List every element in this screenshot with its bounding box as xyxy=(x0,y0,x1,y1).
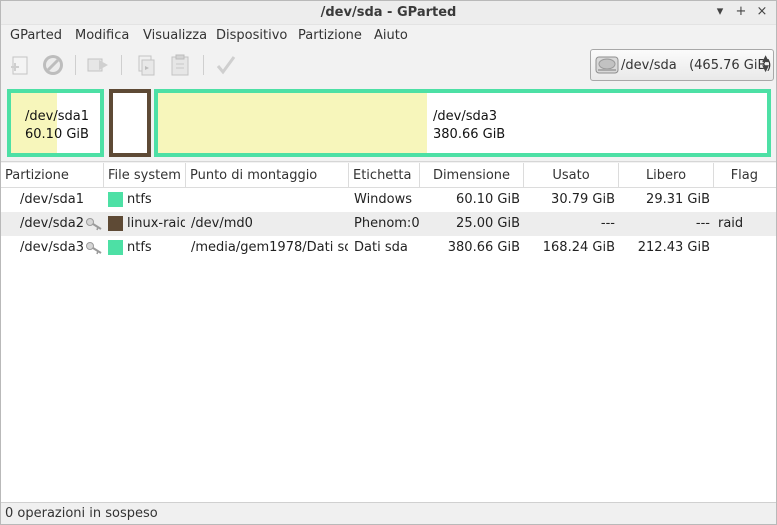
window-title: /dev/sda - GParted xyxy=(320,5,457,20)
chevron-up-down-icon: ▲ ▼ xyxy=(762,54,769,74)
partition-table: Partizione File system Punto di montaggi… xyxy=(1,163,776,502)
disk-map-partition-sda3[interactable]: /dev/sda3 380.66 GiB xyxy=(154,89,771,157)
table-row[interactable]: /dev/sda2 linux-raid /dev/md0 Phenom:0 2… xyxy=(1,212,776,236)
column-header-dimensione[interactable]: Dimensione xyxy=(420,163,524,188)
delete-icon[interactable] xyxy=(40,52,66,78)
cell-flag xyxy=(718,188,774,212)
cell-used: --- xyxy=(600,216,615,231)
fs-color-swatch xyxy=(108,216,123,231)
new-partition-icon[interactable] xyxy=(7,52,33,78)
maximize-button[interactable]: + xyxy=(733,4,749,20)
column-header-flag[interactable]: Flag xyxy=(714,163,776,188)
partition-size: 60.10 GiB xyxy=(25,127,89,142)
cell-mount: /dev/md0 xyxy=(191,216,253,231)
copy-icon[interactable] xyxy=(133,52,159,78)
table-row[interactable]: /dev/sda1 ntfs Windows 60.10 GiB 30.79 G… xyxy=(1,188,776,212)
column-header-usato[interactable]: Usato xyxy=(524,163,619,188)
cell-mount: /media/gem1978/Dati sda xyxy=(191,240,348,255)
disk-map-partition-sda1[interactable]: /dev/sda1 60.10 GiB xyxy=(7,89,104,157)
cell-size: 380.66 GiB xyxy=(447,240,520,255)
partition-name: /dev/sda3 xyxy=(433,109,497,124)
partition-size: 380.66 GiB xyxy=(433,127,506,142)
column-header-file-system[interactable]: File system xyxy=(104,163,186,188)
menu-dispositivo[interactable]: Dispositivo xyxy=(216,28,287,43)
pending-operations-status: 0 operazioni in sospeso xyxy=(5,506,158,521)
cell-filesystem: ntfs xyxy=(127,192,152,207)
cell-size: 25.00 GiB xyxy=(456,216,520,231)
cell-partition: /dev/sda1 xyxy=(20,192,84,207)
partition-name: /dev/sda1 xyxy=(25,109,89,124)
cell-filesystem: ntfs xyxy=(127,240,152,255)
cell-used: 30.79 GiB xyxy=(551,192,615,207)
disk-map-partition-sda2[interactable] xyxy=(109,89,151,157)
paste-icon[interactable] xyxy=(167,52,193,78)
column-header-etichetta[interactable]: Etichetta xyxy=(349,163,420,188)
fs-color-swatch xyxy=(108,192,123,207)
menu-partizione[interactable]: Partizione xyxy=(298,28,362,43)
title-bar: /dev/sda - GParted ▾ + × xyxy=(1,1,776,25)
cell-label: Phenom:0 xyxy=(354,216,420,231)
column-header-libero[interactable]: Libero xyxy=(619,163,714,188)
resize-move-icon[interactable] xyxy=(85,52,111,78)
cell-used: 168.24 GiB xyxy=(542,240,615,255)
status-bar: 0 operazioni in sospeso xyxy=(1,502,776,524)
menu-bar: GParted Modifica Visualizza Dispositivo … xyxy=(1,25,776,47)
cell-free: --- xyxy=(695,216,710,231)
toolbar: /dev/sda (465.76 GiB) ▲ ▼ xyxy=(1,47,776,84)
partition-usage-area xyxy=(113,93,147,153)
cell-filesystem: linux-raid xyxy=(127,216,185,231)
table-header: Partizione File system Punto di montaggi… xyxy=(1,163,776,188)
toolbar-separator xyxy=(121,55,122,75)
partition-usage-area: /dev/sda3 380.66 GiB xyxy=(158,93,767,153)
disk-drive-icon xyxy=(595,54,619,76)
cell-flag: raid xyxy=(718,216,744,231)
apply-icon[interactable] xyxy=(213,52,239,78)
device-selector[interactable]: /dev/sda (465.76 GiB) ▲ ▼ xyxy=(590,49,774,81)
gparted-window: /dev/sda - GParted ▾ + × GParted Modific… xyxy=(0,0,777,525)
cell-label: Dati sda xyxy=(354,240,408,255)
menu-modifica[interactable]: Modifica xyxy=(75,28,129,43)
partition-usage-area: /dev/sda1 60.10 GiB xyxy=(11,93,100,153)
cell-flag xyxy=(718,236,774,260)
cell-size: 60.10 GiB xyxy=(456,192,520,207)
partition-used-bar xyxy=(158,93,428,153)
column-header-partizione[interactable]: Partizione xyxy=(1,163,104,188)
menu-aiuto[interactable]: Aiuto xyxy=(374,28,408,43)
column-header-mount-point[interactable]: Punto di montaggio xyxy=(186,163,349,188)
cell-partition: /dev/sda2 xyxy=(20,216,84,231)
cell-partition: /dev/sda3 xyxy=(20,240,84,255)
table-row[interactable]: /dev/sda3 ntfs /media/gem1978/Dati sda D… xyxy=(1,236,776,260)
disk-map: /dev/sda1 60.10 GiB /dev/sda3 380.66 GiB xyxy=(1,84,776,162)
key-icon xyxy=(85,240,103,256)
cell-label: Windows xyxy=(354,192,413,207)
menu-gparted[interactable]: GParted xyxy=(10,28,62,43)
toolbar-separator xyxy=(75,55,76,75)
toolbar-separator xyxy=(203,55,204,75)
cell-free: 212.43 GiB xyxy=(637,240,710,255)
minimize-button[interactable]: ▾ xyxy=(712,4,728,20)
cell-free: 29.31 GiB xyxy=(646,192,710,207)
cell-mount xyxy=(191,188,348,212)
key-icon xyxy=(85,216,103,232)
menu-visualizza[interactable]: Visualizza xyxy=(143,28,207,43)
close-button[interactable]: × xyxy=(754,4,770,20)
device-label: /dev/sda (465.76 GiB) xyxy=(621,58,772,73)
fs-color-swatch xyxy=(108,240,123,255)
